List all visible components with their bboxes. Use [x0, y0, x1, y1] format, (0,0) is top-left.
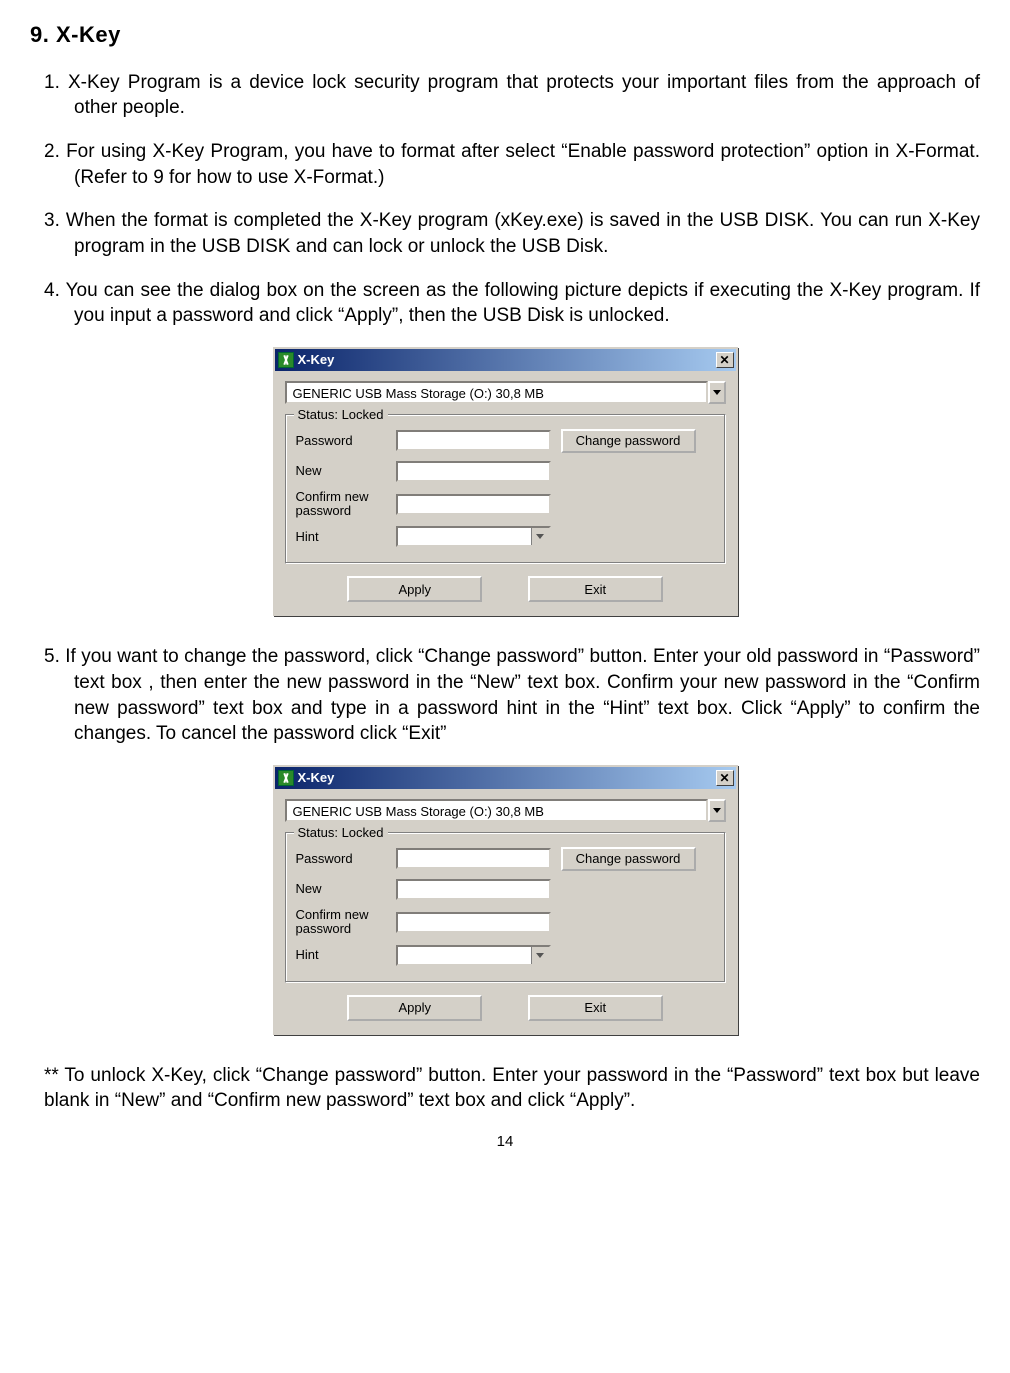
- close-icon[interactable]: ✕: [716, 352, 734, 368]
- app-icon: [278, 770, 294, 786]
- chevron-down-icon[interactable]: [708, 381, 726, 404]
- paragraph-6: ** To unlock X-Key, click “Change passwo…: [44, 1063, 980, 1114]
- hint-dropdown-icon[interactable]: [531, 947, 549, 964]
- page-number: 14: [30, 1132, 980, 1152]
- confirm-password-input-2[interactable]: [396, 912, 551, 933]
- status-group-title-2: Status: Locked: [294, 824, 388, 842]
- password-input[interactable]: [396, 430, 551, 451]
- close-icon[interactable]: ✕: [716, 770, 734, 786]
- xkey-dialog-2: X-Key ✕ GENERIC USB Mass Storage (O:) 30…: [273, 765, 738, 1035]
- paragraph-3: 3. When the format is completed the X-Ke…: [44, 208, 980, 259]
- password-label-2: Password: [296, 852, 396, 866]
- exit-button[interactable]: Exit: [528, 576, 663, 602]
- drive-select[interactable]: GENERIC USB Mass Storage (O:) 30,8 MB: [285, 381, 726, 404]
- apply-button-2[interactable]: Apply: [347, 995, 482, 1021]
- paragraph-2: 2. For using X-Key Program, you have to …: [44, 139, 980, 190]
- page-heading: 9. X-Key: [30, 20, 980, 50]
- app-icon: [278, 352, 294, 368]
- password-label: Password: [296, 434, 396, 448]
- drive-select-value-2: GENERIC USB Mass Storage (O:) 30,8 MB: [285, 799, 708, 822]
- apply-button[interactable]: Apply: [347, 576, 482, 602]
- exit-button-2[interactable]: Exit: [528, 995, 663, 1021]
- password-input-2[interactable]: [396, 848, 551, 869]
- status-group-2: Status: Locked Password Change password …: [285, 832, 726, 983]
- status-group-title: Status: Locked: [294, 406, 388, 424]
- new-password-input-2[interactable]: [396, 879, 551, 900]
- chevron-down-icon[interactable]: [708, 799, 726, 822]
- titlebar-2: X-Key ✕: [275, 767, 736, 789]
- xkey-dialog: X-Key ✕ GENERIC USB Mass Storage (O:) 30…: [273, 347, 738, 617]
- confirm-label-2: Confirm new password: [296, 908, 396, 937]
- change-password-button[interactable]: Change password: [561, 429, 696, 453]
- window-title-2: X-Key: [298, 769, 716, 787]
- new-label-2: New: [296, 882, 396, 896]
- new-label: New: [296, 464, 396, 478]
- drive-select-2[interactable]: GENERIC USB Mass Storage (O:) 30,8 MB: [285, 799, 726, 822]
- new-password-input[interactable]: [396, 461, 551, 482]
- paragraph-5: 5. If you want to change the password, c…: [44, 644, 980, 747]
- hint-input[interactable]: [396, 526, 551, 547]
- hint-label-2: Hint: [296, 948, 396, 962]
- status-group: Status: Locked Password Change password …: [285, 414, 726, 565]
- paragraph-4: 4. You can see the dialog box on the scr…: [44, 278, 980, 329]
- confirm-label: Confirm new password: [296, 490, 396, 519]
- change-password-button-2[interactable]: Change password: [561, 847, 696, 871]
- hint-dropdown-icon[interactable]: [531, 528, 549, 545]
- paragraph-1: 1. X-Key Program is a device lock securi…: [44, 70, 980, 121]
- hint-input-2[interactable]: [396, 945, 551, 966]
- titlebar: X-Key ✕: [275, 349, 736, 371]
- window-title: X-Key: [298, 351, 716, 369]
- hint-label: Hint: [296, 530, 396, 544]
- drive-select-value: GENERIC USB Mass Storage (O:) 30,8 MB: [285, 381, 708, 404]
- confirm-password-input[interactable]: [396, 494, 551, 515]
